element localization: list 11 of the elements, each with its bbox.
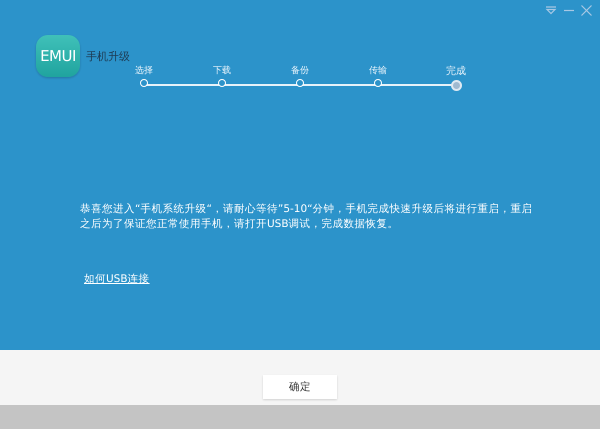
app-title: 手机升级 [86,48,130,64]
message-text: 恭喜您进入“手机系统升级“，请耐心等待”5-10“分钟，手机完成快速升级后将进行重启，重启之后为了保证您正常使用手机，请打开USB调试，完成数据恢复。 [80,202,534,232]
dropdown-icon[interactable] [545,6,557,15]
step-label: 传输 [369,64,387,77]
step-label: 备份 [291,64,309,77]
confirm-button[interactable]: 确定 [263,375,337,399]
close-icon[interactable] [581,5,592,16]
app-logo: EMUI [36,35,80,77]
step-label: 完成 [446,64,466,78]
step-label: 下载 [213,64,231,77]
step-label: 选择 [135,64,153,77]
